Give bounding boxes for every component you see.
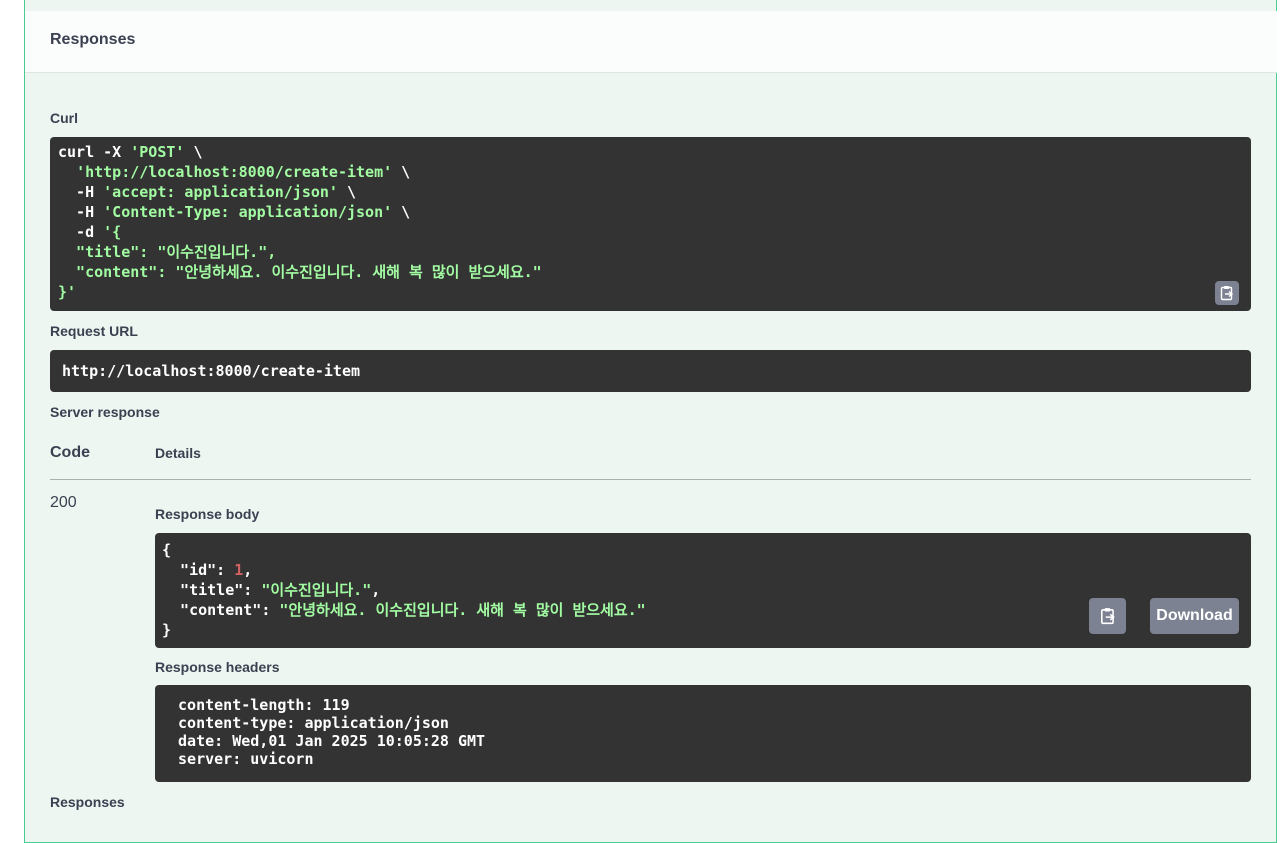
response-headers-code-block: content-length: 119 content-type: applic… [155, 685, 1251, 782]
curl-code-block: curl -X 'POST' \ 'http://localhost:8000/… [50, 137, 1251, 311]
code-line: curl -X 'POST' \ [58, 142, 1243, 162]
code-token: "안녕하세요. 이수진입니다. 새해 복 많이 받으세요." [279, 601, 646, 619]
code-line: "id": 1, [162, 560, 1244, 580]
code-line: "title": "이수진입니다.", [162, 580, 1244, 600]
code-token: -d [58, 223, 104, 241]
clipboard-icon [1220, 286, 1234, 301]
response-body-code-block: { "id": 1, "title": "이수진입니다.", "content"… [155, 533, 1251, 648]
code-line: content-type: application/json [169, 714, 449, 732]
code-token: "title": "이수진입니다.", [58, 243, 277, 261]
curl-copy-button[interactable] [1215, 281, 1239, 305]
code-line: } [162, 620, 1244, 640]
code-token: } [162, 621, 172, 639]
code-line: -d '{ [58, 222, 1243, 242]
code-token: 'Content-Type: application/json' [103, 203, 393, 221]
code-token: "content": [162, 601, 280, 619]
post-operation-block: Responses Curl curl -X 'POST' \ 'http://… [24, 0, 1277, 843]
code-token: "이수진입니다." [261, 581, 372, 599]
code-token: }' [58, 283, 77, 301]
responses-section-header: Responses [25, 11, 1277, 73]
table-divider [50, 479, 1251, 480]
response-code: 200 [50, 494, 77, 511]
code-line: server: uvicorn [169, 750, 314, 768]
code-token: "content": "안녕하세요. 이수진입니다. 새해 복 많이 받으세요.… [58, 263, 542, 281]
code-line: }' [58, 282, 1243, 302]
code-token: "title": [162, 581, 262, 599]
code-line: "content": "안녕하세요. 이수진입니다. 새해 복 많이 받으세요.… [162, 600, 1244, 620]
code-line: -H 'Content-Type: application/json' \ [58, 202, 1243, 222]
code-token: 1 [234, 561, 244, 579]
code-token: \ [392, 203, 411, 221]
code-line: -H 'accept: application/json' \ [58, 182, 1243, 202]
responses-footer-label: Responses [50, 794, 125, 810]
code-token: -H [58, 183, 104, 201]
request-url-value: http://localhost:8000/create-item [50, 350, 1251, 392]
code-token: curl -X [58, 143, 131, 161]
response-body-copy-button[interactable] [1089, 598, 1126, 634]
code-column-header: Code [50, 444, 90, 461]
code-token: \ [337, 183, 357, 201]
response-headers-label: Response headers [155, 659, 280, 675]
response-body-label: Response body [155, 506, 260, 522]
code-token: '{ [103, 223, 122, 241]
curl-label: Curl [50, 110, 78, 126]
code-line: "title": "이수진입니다.", [58, 242, 1243, 262]
request-url-label: Request URL [50, 323, 138, 339]
code-token: , [243, 561, 253, 579]
section-title: Responses [50, 31, 136, 48]
code-token: -H [58, 203, 104, 221]
server-response-label: Server response [50, 404, 160, 420]
clipboard-icon [1100, 608, 1115, 625]
code-token: "id": [162, 561, 235, 579]
details-column-header: Details [155, 445, 201, 461]
code-token: 'POST' [130, 143, 185, 161]
download-button[interactable]: Download [1150, 598, 1239, 634]
code-line: 'http://localhost:8000/create-item' \ [58, 162, 1243, 182]
code-line: { [162, 540, 1244, 560]
code-token: { [162, 541, 172, 559]
code-line: "content": "안녕하세요. 이수진입니다. 새해 복 많이 받으세요.… [58, 262, 1243, 282]
code-token: \ [392, 163, 411, 181]
code-line: date: Wed,01 Jan 2025 10:05:28 GMT [169, 732, 486, 750]
code-token: , [371, 581, 381, 599]
code-line: content-length: 119 [169, 696, 350, 714]
code-token: \ [184, 143, 203, 161]
code-token: 'http://localhost:8000/create-item' [76, 163, 393, 181]
code-token: 'accept: application/json' [103, 183, 338, 201]
